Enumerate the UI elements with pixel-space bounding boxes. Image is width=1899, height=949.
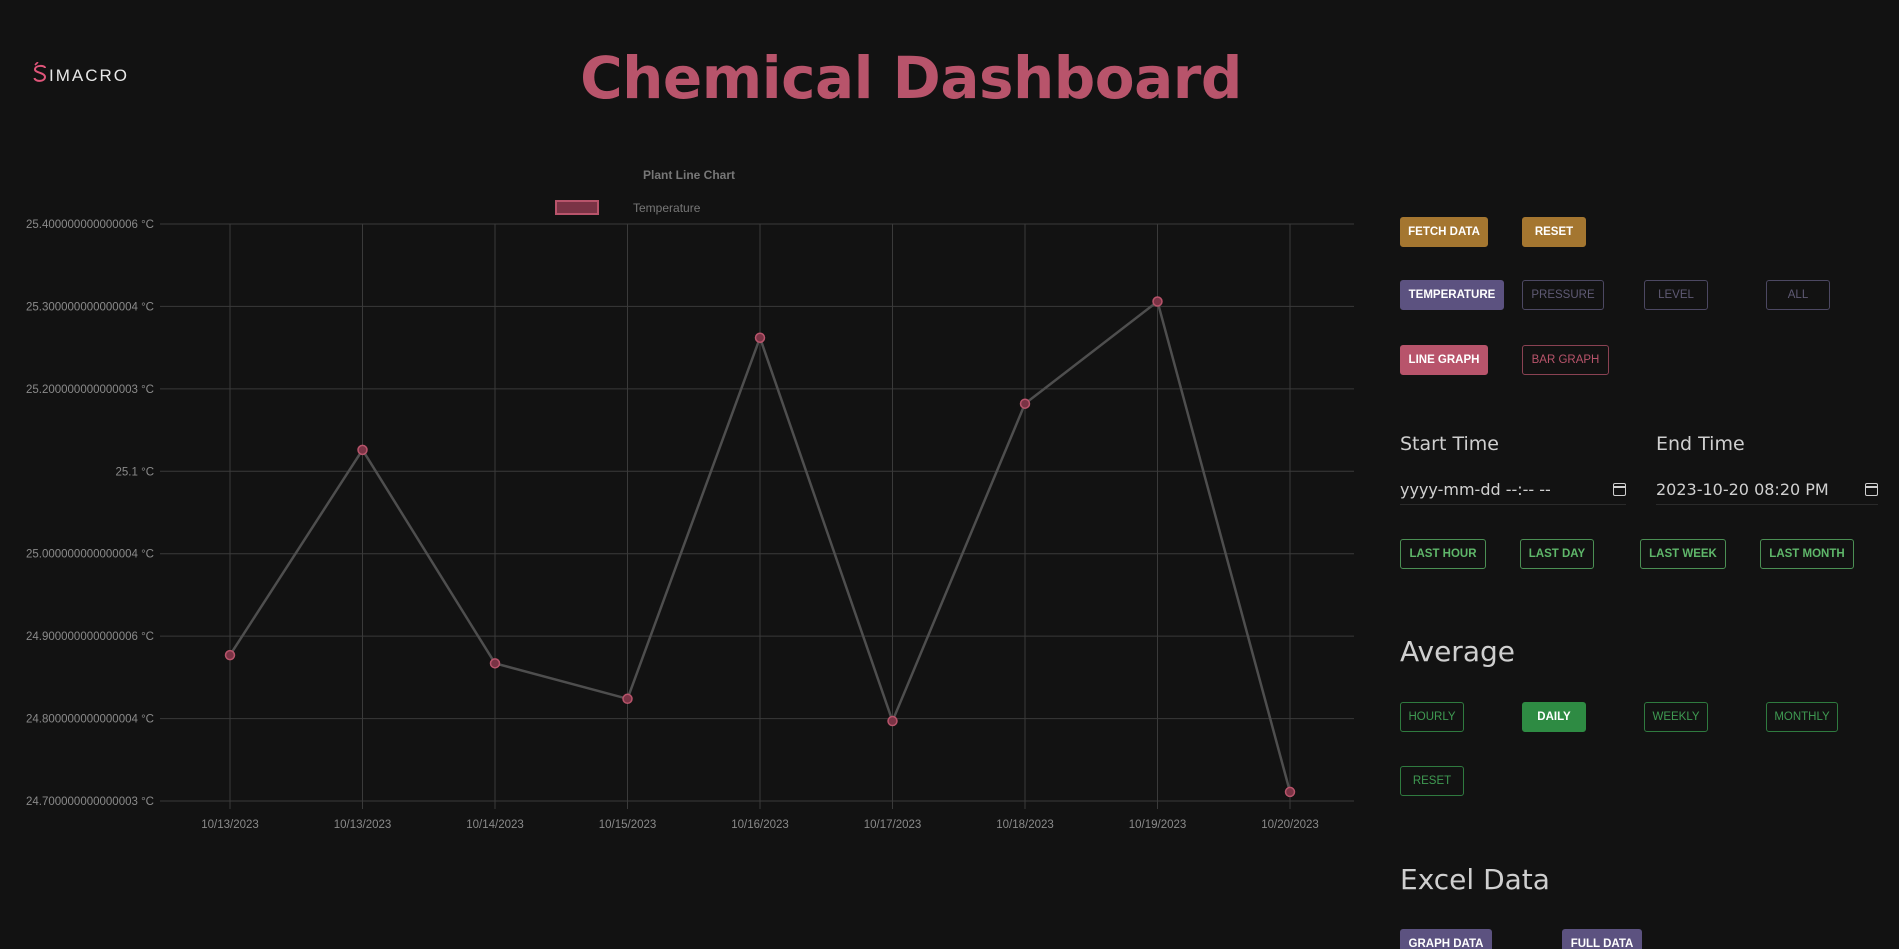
x-tick-label: 10/20/2023 bbox=[1261, 819, 1319, 831]
y-tick-label: 25.1 °C bbox=[116, 466, 154, 478]
chart-title: Plant Line Chart bbox=[643, 168, 735, 182]
x-tick-label: 10/14/2023 bbox=[466, 819, 524, 831]
pressure-button[interactable]: PRESSURE bbox=[1522, 280, 1604, 310]
temperature-data-point bbox=[224, 649, 236, 661]
daily-button[interactable]: DAILY bbox=[1522, 702, 1586, 732]
temperature-data-point bbox=[754, 332, 766, 344]
x-tick-label: 10/13/2023 bbox=[201, 819, 259, 831]
hourly-button[interactable]: HOURLY bbox=[1400, 702, 1464, 732]
start-time-label: Start Time bbox=[1400, 433, 1499, 455]
plant-line-chart: Plant Line Chart Temperature 25.4000000000… bbox=[0, 155, 1370, 845]
average-reset-button[interactable]: RESET bbox=[1400, 766, 1464, 796]
weekly-button[interactable]: WEEKLY bbox=[1644, 702, 1708, 732]
y-tick-label: 25.400000000000006 °C bbox=[26, 219, 154, 231]
line-graph-button[interactable]: LINE GRAPH bbox=[1400, 345, 1488, 375]
last-hour-button[interactable]: LAST HOUR bbox=[1400, 539, 1486, 569]
start-time-input[interactable]: yyyy-mm-dd --:-- -- bbox=[1400, 475, 1626, 505]
x-tick-label: 10/16/2023 bbox=[731, 819, 789, 831]
start-time-value: yyyy-mm-dd --:-- -- bbox=[1400, 480, 1551, 499]
x-tick-label: 10/17/2023 bbox=[864, 819, 922, 831]
fetch-data-button[interactable]: FETCH DATA bbox=[1400, 217, 1488, 247]
control-panel: FETCH DATA RESET TEMPERATURE PRESSURE LE… bbox=[1400, 200, 1880, 949]
page-title: Chemical Dashboard bbox=[580, 44, 1242, 112]
average-heading: Average bbox=[1400, 635, 1515, 668]
full-data-button[interactable]: FULL DATA bbox=[1562, 929, 1642, 949]
graph-data-button[interactable]: GRAPH DATA bbox=[1400, 929, 1492, 949]
end-time-label: End Time bbox=[1656, 433, 1745, 455]
temperature-data-point bbox=[1019, 398, 1031, 409]
x-tick-label: 10/19/2023 bbox=[1129, 819, 1187, 831]
x-tick-label: 10/18/2023 bbox=[996, 819, 1054, 831]
last-week-button[interactable]: LAST WEEK bbox=[1640, 539, 1726, 569]
y-tick-label: 25.300000000000004 °C bbox=[26, 301, 154, 313]
level-button[interactable]: LEVEL bbox=[1644, 280, 1708, 310]
temperature-data-point bbox=[357, 444, 368, 456]
y-tick-label: 24.900000000000006 °C bbox=[26, 631, 154, 643]
last-day-button[interactable]: LAST DAY bbox=[1520, 539, 1594, 569]
bar-graph-button[interactable]: BAR GRAPH bbox=[1522, 345, 1609, 375]
monthly-button[interactable]: MONTHLY bbox=[1766, 702, 1838, 732]
y-tick-label: 25.000000000000004 °C bbox=[26, 549, 154, 561]
temperature-data-point bbox=[1284, 786, 1296, 798]
y-tick-label: 25.200000000000003 °C bbox=[26, 384, 154, 396]
temperature-data-point bbox=[489, 658, 501, 669]
calendar-icon[interactable] bbox=[1865, 483, 1878, 496]
y-tick-label: 24.800000000000004 °C bbox=[26, 714, 154, 726]
legend-label: Temperature bbox=[633, 201, 701, 215]
calendar-icon[interactable] bbox=[1613, 483, 1626, 496]
x-tick-label: 10/13/2023 bbox=[334, 819, 392, 831]
end-time-input[interactable]: 2023-10-20 08:20 PM bbox=[1656, 475, 1878, 505]
legend-swatch bbox=[555, 200, 599, 215]
excel-data-heading: Excel Data bbox=[1400, 863, 1550, 896]
temperature-button[interactable]: TEMPERATURE bbox=[1400, 280, 1504, 310]
reset-button[interactable]: RESET bbox=[1522, 217, 1586, 247]
y-tick-label: 24.700000000000003 °C bbox=[26, 796, 154, 808]
line-chart-svg: Plant Line Chart Temperature 25.4000000000… bbox=[26, 168, 1354, 831]
end-time-value: 2023-10-20 08:20 PM bbox=[1656, 480, 1829, 499]
dashboard-page: IMACRO Chemical Dashboard Plant Line Cha… bbox=[0, 0, 1899, 949]
x-tick-label: 10/15/2023 bbox=[599, 819, 657, 831]
last-month-button[interactable]: LAST MONTH bbox=[1760, 539, 1854, 569]
temperature-data-point bbox=[887, 715, 898, 727]
all-button[interactable]: ALL bbox=[1766, 280, 1830, 310]
temperature-data-point bbox=[1152, 296, 1163, 307]
temperature-data-point bbox=[622, 693, 633, 705]
